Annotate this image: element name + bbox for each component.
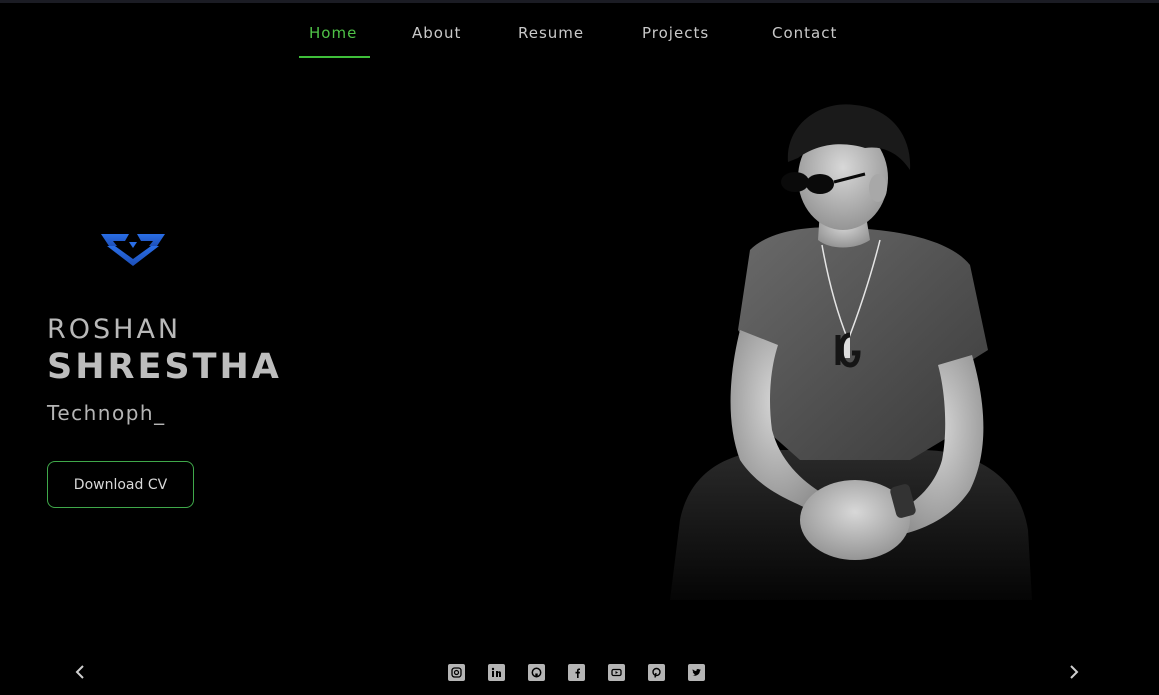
download-cv-button[interactable]: Download CV <box>47 461 194 508</box>
facebook-icon[interactable] <box>568 664 585 681</box>
github-icon[interactable] <box>528 664 545 681</box>
instagram-icon[interactable] <box>448 664 465 681</box>
last-name: SHRESTHA <box>47 347 282 387</box>
portrait-photo <box>670 104 1032 600</box>
nav-item-home[interactable]: Home <box>309 24 357 42</box>
nav-item-projects[interactable]: Projects <box>642 24 709 42</box>
chevron-right-icon[interactable] <box>1064 661 1084 683</box>
nav-item-about[interactable]: About <box>412 24 461 42</box>
brand-logo[interactable] <box>99 232 167 268</box>
top-border <box>0 0 1159 3</box>
role-typewriter: Technoph_ <box>47 401 166 425</box>
youtube-icon[interactable] <box>608 664 625 681</box>
chevron-left-icon[interactable] <box>70 661 90 683</box>
nav-item-resume[interactable]: Resume <box>518 24 584 42</box>
nav-item-contact[interactable]: Contact <box>772 24 837 42</box>
main-nav: Home About Resume Projects Contact <box>0 18 1159 62</box>
active-nav-indicator <box>299 56 370 58</box>
linkedin-icon[interactable] <box>488 664 505 681</box>
first-name: ROSHAN <box>47 314 182 345</box>
pinterest-icon[interactable] <box>648 664 665 681</box>
twitter-icon[interactable] <box>688 664 705 681</box>
